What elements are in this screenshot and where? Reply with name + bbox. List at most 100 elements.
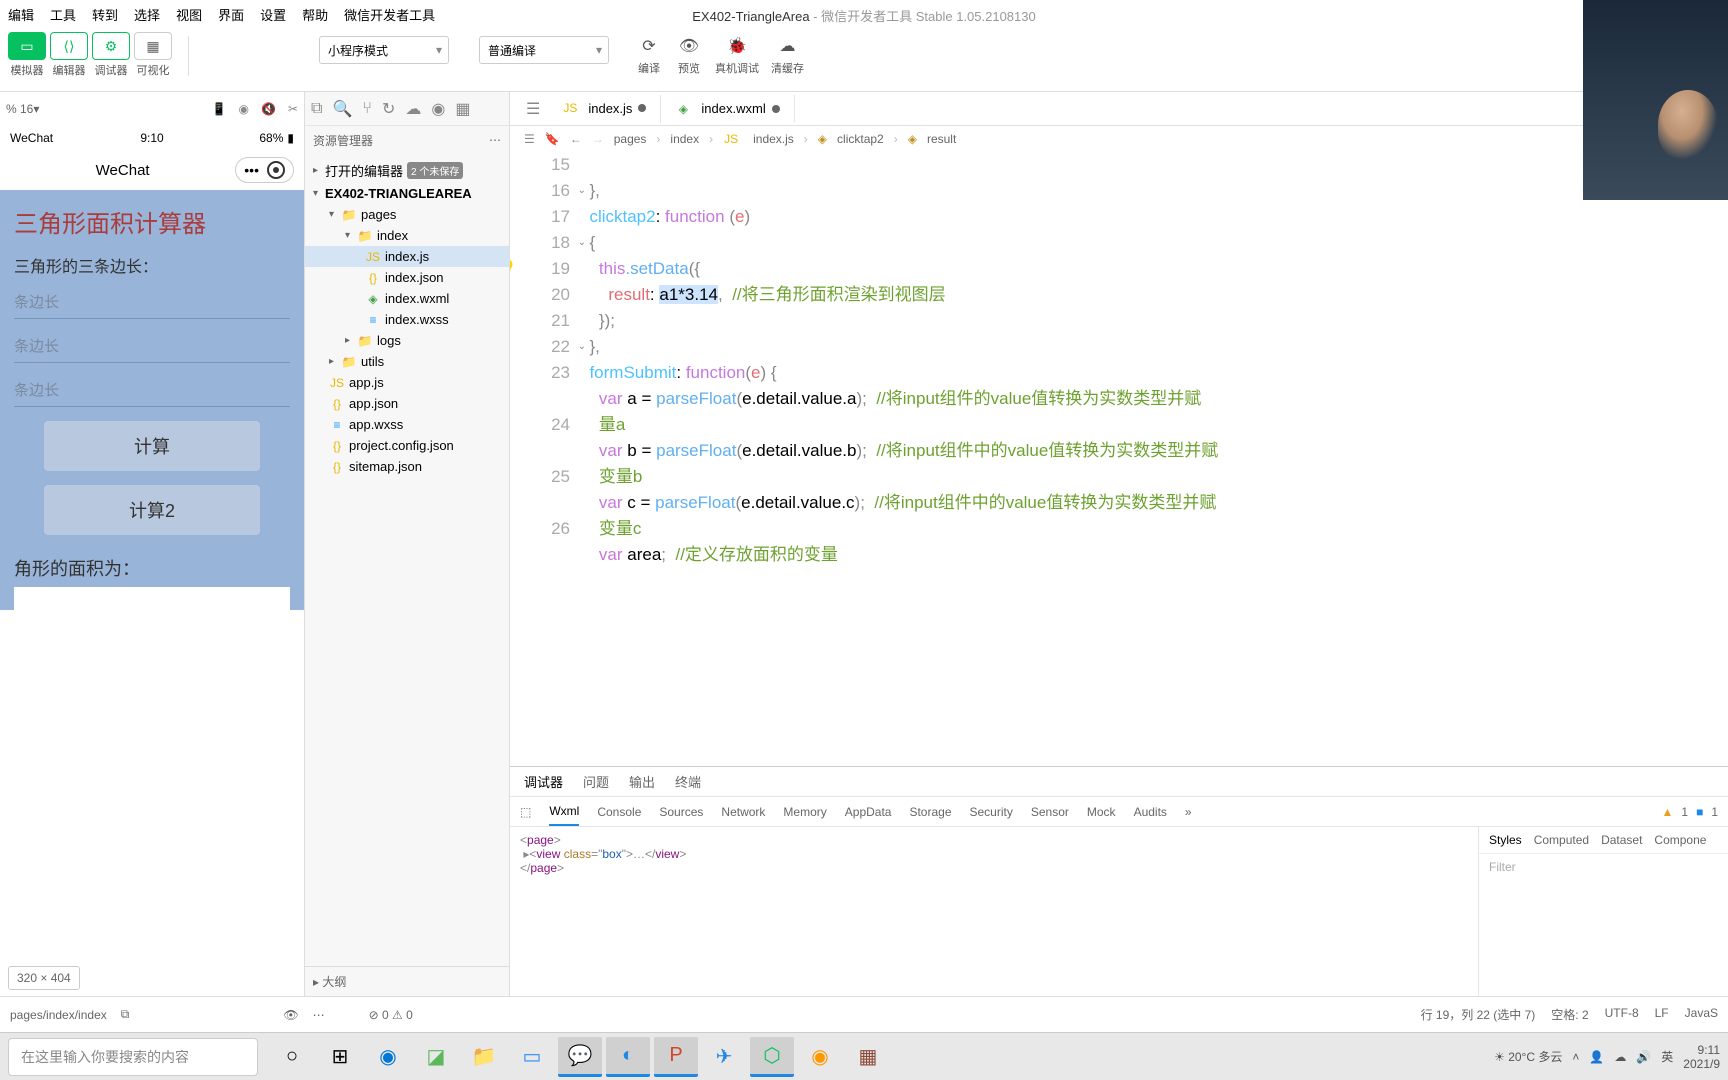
simulator-toggle[interactable]: ▭ [8,32,46,60]
styles-tab[interactable]: Styles [1489,833,1522,847]
cortana-icon[interactable]: ○ [270,1037,314,1077]
error-count[interactable]: 0 [382,1008,389,1022]
folder-pages[interactable]: ▾📁pages [305,204,509,225]
indent-setting[interactable]: 空格: 2 [1551,1006,1588,1023]
mode-dropdown[interactable]: 小程序模式 [319,36,449,64]
clear-cache-icon[interactable]: ☁ [774,32,802,60]
folder-index[interactable]: ▾📁index [305,225,509,246]
input-a[interactable]: 条边长 [14,285,290,319]
devtab-console[interactable]: Console [597,805,641,819]
eol[interactable]: LF [1655,1006,1669,1023]
tray-clock[interactable]: 9:11 2021/9 [1683,1043,1720,1071]
menu-settings[interactable]: 设置 [260,5,286,24]
more-icon[interactable]: ⋯ [489,133,501,147]
dbg-tab-debugger[interactable]: 调试器 [524,772,563,791]
folder-utils[interactable]: ▸📁utils [305,351,509,372]
devtab-security[interactable]: Security [970,805,1013,819]
outline-section[interactable]: ▸ 大纲 [305,966,509,996]
menu-tools[interactable]: 工具 [50,5,76,24]
dbg-tab-output[interactable]: 输出 [629,772,655,791]
app-icon-1[interactable]: ✈ [702,1037,746,1077]
search-icon[interactable]: 🔍 [332,99,352,119]
tray-chevron[interactable]: ˄ [1572,1050,1579,1064]
encoding[interactable]: UTF-8 [1605,1006,1639,1023]
back-icon[interactable]: ← [570,132,582,146]
component-tab[interactable]: Compone [1654,833,1706,847]
tencent-icon[interactable]: ◐ [606,1037,650,1077]
computed-tab[interactable]: Computed [1534,833,1589,847]
language-mode[interactable]: JavaS [1685,1006,1718,1023]
wechat-icon[interactable]: 💬 [558,1037,602,1077]
file-sitemap[interactable]: {}sitemap.json [305,456,509,477]
weather[interactable]: ☀ 20°C 多云 [1494,1048,1562,1065]
calc2-button[interactable]: 计算2 [44,485,260,535]
app-icon-3[interactable]: ▦ [846,1037,890,1077]
capsule[interactable]: ••• [235,157,294,183]
camtasia-icon[interactable]: ◪ [414,1037,458,1077]
tray-people-icon[interactable]: 👤 [1589,1050,1604,1064]
tab-index-js[interactable]: JSindex.js [548,95,661,124]
devtools-icon[interactable]: ⬡ [750,1037,794,1077]
input-b[interactable]: 条边长 [14,329,290,363]
eye-icon[interactable]: 👁 [283,1008,298,1022]
file-app-js[interactable]: JSapp.js [305,372,509,393]
input-c[interactable]: 条边长 [14,373,290,407]
dom-tree[interactable]: <page> ▸<view class="box">…</view> </pag… [510,827,1478,996]
taskview-icon[interactable]: ⊞ [318,1037,362,1077]
record-icon[interactable]: ◉ [239,102,249,116]
debugger-toggle[interactable]: ⚙ [92,32,130,60]
forward-icon[interactable]: → [592,132,604,146]
tray-onedrive-icon[interactable]: ☁ [1614,1050,1626,1064]
extension-icon[interactable]: ▦ [455,99,470,119]
fingerprint-icon[interactable]: ◉ [431,99,445,119]
devtab-audits[interactable]: Audits [1134,805,1167,819]
visual-toggle[interactable]: ▦ [134,32,172,60]
preview-icon[interactable]: 👁 [675,32,703,60]
file-project-config[interactable]: {}project.config.json [305,435,509,456]
more-icon[interactable]: ••• [244,162,259,178]
devtab-network[interactable]: Network [721,805,765,819]
tray-volume-icon[interactable]: 🔊 [1636,1050,1651,1064]
devtab-sensor[interactable]: Sensor [1031,805,1069,819]
cloud-icon[interactable]: ☁ [405,99,421,119]
devtab-sources[interactable]: Sources [659,805,703,819]
more-tabs-icon[interactable]: » [1185,805,1192,819]
dataset-tab[interactable]: Dataset [1601,833,1642,847]
opened-editors-section[interactable]: ▸ 打开的编辑器 2 个未保存 [305,158,509,183]
tray-ime[interactable]: 英 [1661,1048,1673,1065]
dbg-tab-terminal[interactable]: 终端 [675,772,701,791]
app-icon-2[interactable]: ◉ [798,1037,842,1077]
save-icon[interactable]: 🔖 [545,132,560,146]
styles-filter[interactable]: Filter [1479,854,1728,880]
refresh-small-icon[interactable]: ↻ [382,99,395,119]
copy-icon[interactable]: ⧉ [311,100,322,118]
cut-icon[interactable]: ✂ [288,102,298,116]
menu-devtools[interactable]: 微信开发者工具 [344,5,435,24]
warning-count[interactable]: 0 [406,1008,413,1022]
calc-button[interactable]: 计算 [44,421,260,471]
file-index-json[interactable]: {}index.json [305,267,509,288]
devtab-mock[interactable]: Mock [1087,805,1116,819]
project-root[interactable]: ▾ EX402-TRIANGLEAREA [305,183,509,204]
tab-index-wxml[interactable]: ◈index.wxml [661,95,794,122]
branch-icon[interactable]: ⑂ [362,100,372,118]
devtab-memory[interactable]: Memory [783,805,826,819]
code-editor[interactable]: 15 16⌄ 17 18⌄ 💡19 20 21 22⌄ 23 24 25 26 … [510,152,1728,766]
devtab-wxml[interactable]: Wxml [549,804,579,826]
edge-icon[interactable]: ◉ [366,1037,410,1077]
list-icon[interactable]: ☰ [526,99,540,119]
zoom-level[interactable]: % 16 [6,102,33,116]
taskbar-search[interactable]: 在这里输入你要搜索的内容 [8,1038,258,1076]
remote-debug-icon[interactable]: 🐞 [723,32,751,60]
file-app-wxss[interactable]: ≡app.wxss [305,414,509,435]
cursor-position[interactable]: 行 19，列 22 (选中 7) [1421,1006,1536,1023]
file-index-wxml[interactable]: ◈index.wxml [305,288,509,309]
more-status-icon[interactable]: ⋯ [313,1008,325,1022]
menu-view[interactable]: 视图 [176,5,202,24]
status-path[interactable]: pages/index/index [10,1008,107,1022]
folder-logs[interactable]: ▸📁logs [305,330,509,351]
explorer-icon[interactable]: 📁 [462,1037,506,1077]
compile-dropdown[interactable]: 普通编译 [479,36,609,64]
dbg-tab-problems[interactable]: 问题 [583,772,609,791]
inspect-icon[interactable]: ⬚ [520,805,531,819]
